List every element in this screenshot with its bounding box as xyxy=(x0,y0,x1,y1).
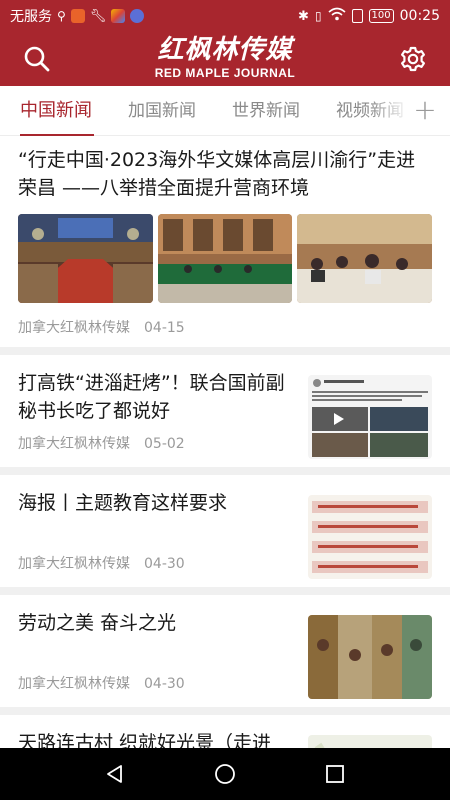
article-source: 加拿大红枫林传媒 xyxy=(18,320,130,336)
tab-fade-overlay xyxy=(370,86,410,135)
article-image-row xyxy=(18,214,433,303)
divider xyxy=(0,707,450,715)
wifi-icon xyxy=(328,7,346,25)
article-meta: 加拿大红枫林传媒 04-30 xyxy=(18,553,185,573)
status-bar: 无服务 ⚲ 🔧︎ ✱ ▯ 100 00:25 xyxy=(0,0,450,32)
system-nav-bar xyxy=(0,748,450,800)
usb-icon: ⚲ xyxy=(57,9,66,23)
article-thumbnail xyxy=(308,495,432,579)
recents-icon xyxy=(326,765,344,783)
article-source: 加拿大红枫林传媒 xyxy=(18,436,130,452)
back-icon xyxy=(107,765,122,783)
list-item[interactable]: 海报丨主题教育这样要求 加拿大红枫林传媒 04-30 xyxy=(0,475,450,587)
app-header: 红枫林传媒 RED MAPLE JOURNAL xyxy=(0,32,450,86)
article-date: 05-02 xyxy=(144,436,185,452)
article-meta: 加拿大红枫林传媒 05-02 xyxy=(18,433,185,453)
article-title: 劳动之美 奋斗之光 xyxy=(18,612,177,634)
divider xyxy=(0,347,450,355)
recents-button[interactable] xyxy=(315,754,355,794)
article-date: 04-30 xyxy=(144,676,185,692)
tab-world-news[interactable]: 世界新闻 xyxy=(212,86,316,136)
tab-china-news[interactable]: 中国新闻 xyxy=(0,86,108,136)
wrench-icon: 🔧︎ xyxy=(89,8,107,24)
article-date: 04-30 xyxy=(144,556,185,572)
app-notification-icon-2 xyxy=(111,9,126,23)
article-image xyxy=(157,214,293,303)
status-left: 无服务 ⚲ 🔧︎ xyxy=(10,6,145,26)
list-item[interactable]: 劳动之美 奋斗之光 加拿大红枫林传媒 04-30 xyxy=(0,595,450,707)
vibrate-icon: ▯ xyxy=(314,9,322,23)
app-notification-icon-3 xyxy=(130,9,145,23)
gear-icon xyxy=(401,46,425,72)
clock-text: 00:25 xyxy=(399,8,440,24)
search-icon xyxy=(24,46,50,72)
article-meta: 加拿大红枫林传媒 04-15 xyxy=(18,317,432,337)
settings-button[interactable] xyxy=(398,44,428,74)
add-tab-button[interactable]: + xyxy=(410,86,440,135)
home-button[interactable] xyxy=(205,754,245,794)
news-feed[interactable]: “行走中国·2023海外华文媒体高层川渝行”走进荣昌 ——八举措全面提升营商环境 xyxy=(0,136,450,748)
divider xyxy=(0,587,450,595)
article-source: 加拿大红枫林传媒 xyxy=(18,676,130,692)
divider xyxy=(0,467,450,475)
category-tabs: 中国新闻 加国新闻 世界新闻 视频新闻 + xyxy=(0,86,450,136)
status-right: ✱ ▯ 100 00:25 xyxy=(298,7,440,25)
home-icon xyxy=(215,764,235,784)
carrier-text: 无服务 xyxy=(10,9,52,25)
list-item[interactable]: 打高铁“进淄赶烤”！联合国前副秘书长吃了都说好 加拿大红枫林传媒 05-02 xyxy=(0,355,450,467)
list-item[interactable]: 天路连古村 织就好光景（走进传统村落） xyxy=(0,715,450,748)
article-image xyxy=(297,214,433,303)
list-item[interactable]: “行走中国·2023海外华文媒体高层川渝行”走进荣昌 ——八举措全面提升营商环境 xyxy=(0,136,450,347)
article-thumbnail xyxy=(308,615,432,699)
article-meta: 加拿大红枫林传媒 04-30 xyxy=(18,673,185,693)
article-title: 海报丨主题教育这样要求 xyxy=(18,492,228,514)
sim-icon xyxy=(351,9,363,23)
battery-indicator: 100 xyxy=(368,9,394,23)
back-button[interactable] xyxy=(95,754,135,794)
article-thumbnail xyxy=(308,735,432,748)
app-logo: 红枫林传媒 RED MAPLE JOURNAL xyxy=(140,34,310,84)
article-image xyxy=(18,214,153,303)
article-thumbnail xyxy=(308,375,432,459)
bluetooth-icon: ✱ xyxy=(298,8,309,24)
logo-chinese: 红枫林传媒 xyxy=(157,35,293,65)
app-notification-icon xyxy=(70,9,85,23)
tab-canada-news[interactable]: 加国新闻 xyxy=(108,86,212,136)
article-title: 天路连古村 织就好光景（走进传统村落） xyxy=(18,732,272,748)
article-title: 打高铁“进淄赶烤”！联合国前副秘书长吃了都说好 xyxy=(18,372,285,422)
app-root: 无服务 ⚲ 🔧︎ ✱ ▯ 100 00:25 红枫林传媒 RED MAPLE J… xyxy=(0,0,450,800)
article-title: “行走中国·2023海外华文媒体高层川渝行”走进荣昌 ——八举措全面提升营商环境 xyxy=(18,149,416,199)
article-source: 加拿大红枫林传媒 xyxy=(18,556,130,572)
search-button[interactable] xyxy=(22,44,52,74)
logo-english: RED MAPLE JOURNAL xyxy=(154,66,296,80)
article-date: 04-15 xyxy=(144,320,185,336)
